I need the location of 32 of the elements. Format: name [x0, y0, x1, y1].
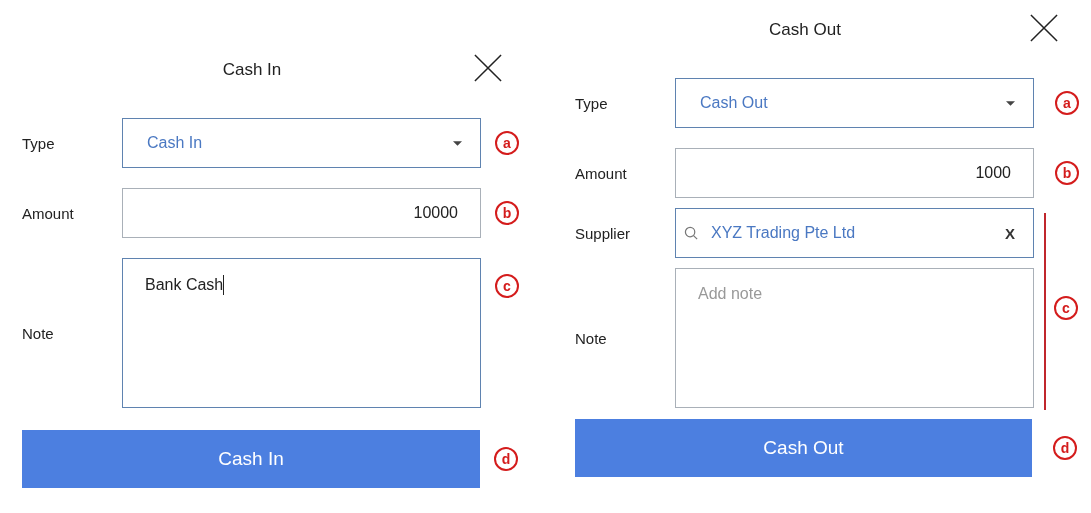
field-label: Amount — [575, 164, 628, 182]
field-label: Note — [575, 329, 608, 347]
dialog-title: Cash In — [222, 60, 282, 80]
annotation-marker: d — [494, 447, 518, 471]
amount-field[interactable]: 1000 — [675, 148, 1034, 198]
dropdown-field[interactable]: Cash In — [122, 118, 481, 168]
annotation-marker: a — [495, 131, 519, 155]
submit-button[interactable]: Cash In — [22, 430, 480, 488]
text-cursor — [223, 275, 225, 295]
field-label: Supplier — [575, 224, 632, 242]
dialog-title: Cash Out — [769, 20, 841, 40]
annotation-marker: d — [1053, 436, 1077, 460]
annotation-marker: c — [495, 274, 519, 298]
field-label: Note — [22, 324, 55, 342]
note-field[interactable]: Bank Cash — [122, 258, 481, 408]
search-icon — [684, 225, 699, 241]
annotation-marker: c — [1054, 296, 1078, 320]
field-label: Amount — [22, 204, 75, 222]
annotation-marker: b — [1055, 161, 1079, 185]
close-icon[interactable] — [1030, 14, 1058, 42]
field-label: Type — [22, 134, 56, 152]
clear-button[interactable]: X — [1005, 224, 1015, 242]
close-icon[interactable] — [474, 54, 502, 82]
caret-icon — [1006, 100, 1015, 106]
amount-field[interactable]: 10000 — [122, 188, 481, 238]
annotation-marker: b — [495, 201, 519, 225]
submit-button[interactable]: Cash Out — [575, 419, 1032, 477]
caret-icon — [453, 140, 462, 146]
field-label: Type — [575, 94, 609, 112]
dropdown-field[interactable]: Cash Out — [675, 78, 1034, 128]
annotation-marker: a — [1055, 91, 1079, 115]
search-field[interactable]: XYZ Trading Pte Ltd X — [675, 208, 1034, 258]
